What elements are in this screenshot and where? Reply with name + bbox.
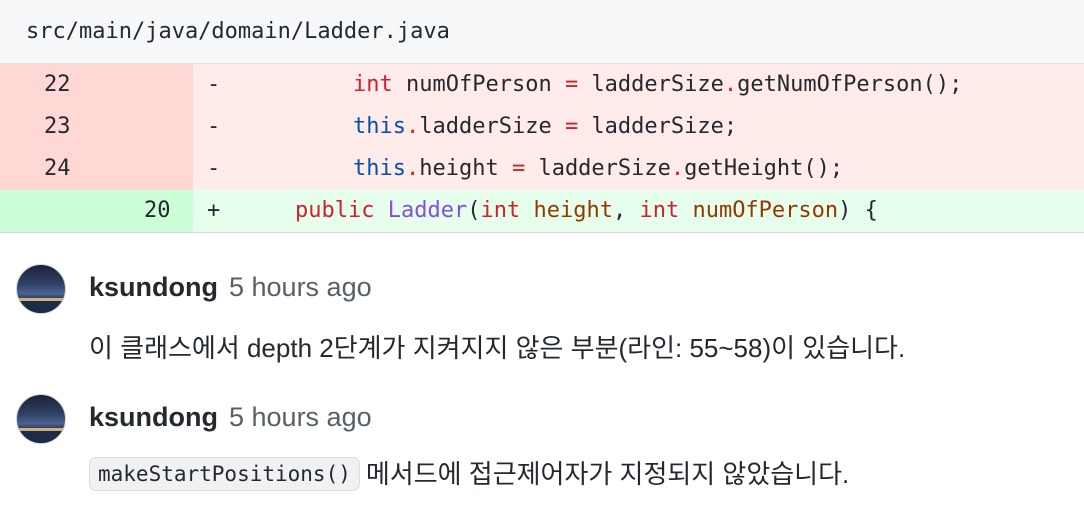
code-token: (: [467, 198, 481, 223]
code-parameter: numOfPerson: [692, 198, 839, 223]
code-token: ) {: [838, 198, 878, 223]
code-content: this.ladderSize = ladderSize;: [353, 106, 737, 148]
code-token: numOfPerson: [392, 72, 565, 97]
comment-body: makeStartPositions() 메서드에 접근제어자가 지정되지 않았습…: [89, 454, 849, 491]
avatar-water: [17, 431, 65, 443]
code-operator: =: [564, 72, 579, 97]
code-operator: .: [670, 156, 685, 181]
code-operator: .: [405, 114, 420, 139]
diff-line-added: 20 + public Ladder(int height, int numOf…: [0, 190, 1084, 232]
code-this-keyword: this: [353, 156, 406, 181]
comment-body: 이 클래스에서 depth 2단계가 지켜지지 않은 부분(라인: 55~58)…: [89, 333, 906, 363]
code-operator: .: [723, 72, 738, 97]
code-operator: =: [511, 156, 526, 181]
code-token: ladderSize: [578, 72, 724, 97]
line-gutter: 22: [0, 64, 193, 106]
comment-text: 메서드에 접근제어자가 지정되지 않았습니다.: [365, 459, 850, 489]
code-token: getNumOfPerson();: [737, 72, 963, 97]
code-operator: =: [564, 114, 579, 139]
file-path-header[interactable]: src/main/java/domain/Ladder.java: [0, 0, 1084, 64]
new-line-number[interactable]: 20: [144, 190, 171, 232]
comment-timestamp[interactable]: 5 hours ago: [229, 402, 372, 433]
code-token: getHeight();: [684, 156, 844, 181]
diff-line-deleted: 24 - this.height = ladderSize.getHeight(…: [0, 148, 1084, 190]
code-function-name: Ladder: [387, 198, 468, 223]
avatar[interactable]: [16, 264, 66, 314]
code-content: this.height = ladderSize.getHeight();: [353, 148, 843, 190]
old-line-number[interactable]: 24: [44, 148, 71, 190]
code-keyword: int: [353, 72, 393, 97]
diff-line-deleted: 22 - int numOfPerson = ladderSize.getNum…: [0, 64, 1084, 106]
code-operator: .: [405, 156, 420, 181]
comment-timestamp[interactable]: 5 hours ago: [229, 272, 372, 303]
divider: [0, 232, 1084, 233]
comment-author[interactable]: ksundong: [89, 402, 218, 433]
code-keyword: public: [295, 198, 375, 223]
old-line-number[interactable]: 22: [44, 64, 71, 106]
review-comment: ksundong 5 hours ago 이 클래스에서 depth 2단계가 …: [0, 262, 1084, 382]
line-gutter: 20: [0, 190, 193, 232]
line-gutter: 23: [0, 106, 193, 148]
diff-marker: +: [207, 198, 221, 223]
diff-view: 22 - int numOfPerson = ladderSize.getNum…: [0, 64, 1084, 232]
code-this-keyword: this: [353, 114, 406, 139]
code-token: ladderSize: [525, 156, 671, 181]
diff-marker: -: [207, 114, 221, 139]
diff-marker: -: [207, 156, 221, 181]
code-token: ladderSize: [419, 114, 565, 139]
inline-code: makeStartPositions(): [89, 457, 360, 491]
code-parameter: height: [533, 198, 613, 223]
code-token: ladderSize;: [578, 114, 738, 139]
code-content: public Ladder(int height, int numOfPerso…: [295, 190, 878, 232]
code-keyword: int: [480, 198, 521, 223]
file-path[interactable]: src/main/java/domain/Ladder.java: [26, 19, 450, 44]
review-comment: ksundong 5 hours ago makeStartPositions(…: [0, 392, 1084, 512]
old-line-number[interactable]: 23: [44, 106, 71, 148]
code-keyword: int: [639, 198, 680, 223]
code-token: height: [419, 156, 512, 181]
avatar[interactable]: [16, 394, 66, 444]
comment-author[interactable]: ksundong: [89, 272, 218, 303]
diff-line-deleted: 23 - this.ladderSize = ladderSize;: [0, 106, 1084, 148]
avatar-water: [17, 301, 65, 313]
code-token: ,: [612, 198, 640, 223]
code-content: int numOfPerson = ladderSize.getNumOfPer…: [353, 64, 962, 106]
line-gutter: 24: [0, 148, 193, 190]
diff-marker: -: [207, 72, 221, 97]
